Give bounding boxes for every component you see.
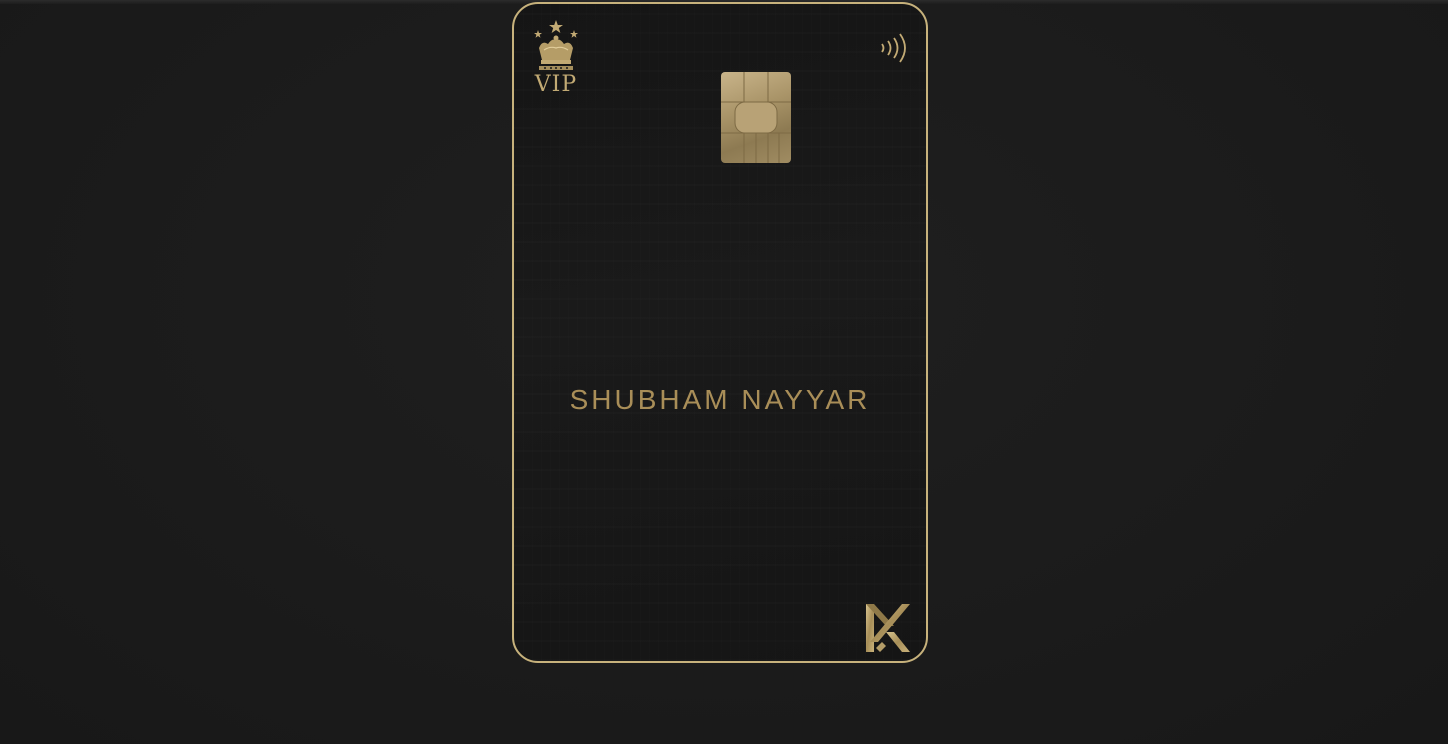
k-logo-icon: [866, 604, 910, 652]
membership-card: VIP SHUBHAM NAYYAR: [512, 2, 928, 663]
crown-icon: [534, 20, 578, 70]
chip-icon: [721, 72, 791, 163]
vip-badge: VIP: [532, 18, 584, 98]
vip-badge-label: VIP: [534, 72, 578, 97]
cardholder-name: SHUBHAM NAYYAR: [569, 384, 871, 415]
contactless-icon: [881, 33, 906, 63]
